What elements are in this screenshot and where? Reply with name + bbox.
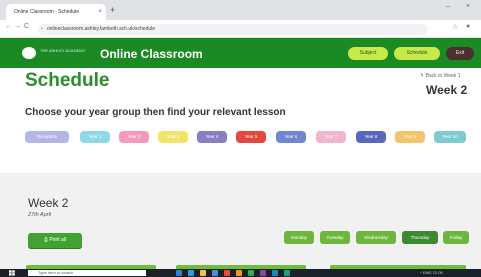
day-button-friday[interactable]: Friday [443,231,469,244]
print-all-label: Print all [49,237,67,243]
app-icon[interactable] [284,270,290,276]
week-section [0,173,481,269]
year-button-4[interactable]: Year 4 [197,131,227,143]
day-button-tuesday[interactable]: Tuesday [320,231,350,244]
day-button-monday[interactable]: Monday [284,231,314,244]
url-text: onlineclassroom.ashley.lambeth.sch.uk/sc… [47,26,156,32]
subject-button[interactable]: Subject [348,47,388,60]
back-icon[interactable]: ← [5,23,12,30]
new-tab-icon[interactable]: + [110,4,115,16]
taskbar-search-placeholder: Type here to search [38,270,74,275]
forward-icon[interactable]: → [14,23,21,30]
exit-button[interactable]: Exit [446,47,474,60]
day-button-thursday[interactable]: Thursday [402,231,438,244]
week-title: Week 2 [28,196,69,210]
back-link-label: Back to Week 1 [425,73,461,79]
day-button-wednesday[interactable]: Wednesday [356,231,396,244]
minimize-icon[interactable]: – [446,3,450,10]
chrome-icon[interactable] [248,270,254,276]
year-button-reception[interactable]: Reception [25,131,69,143]
reload-icon[interactable]: C [24,23,29,30]
browser-tab[interactable]: Online Classroom - Schedule × [6,4,106,20]
year-button-9[interactable]: Year 9 [395,131,425,143]
instruction-text: Choose your year group then find your re… [25,107,286,118]
windows-start-icon[interactable] [6,270,18,276]
window-close-icon[interactable]: × [466,3,470,10]
site-header: THE ASHLEY ACADEMY Online Classroom Subj… [0,38,481,68]
star-icon[interactable]: ☆ [452,23,458,31]
url-input[interactable]: ▪ onlineclassroom.ashley.lambeth.sch.uk/… [38,24,428,35]
browser-tab-title: Online Classroom - Schedule [14,9,80,15]
address-bar-row: ← → C ▪ onlineclassroom.ashley.lambeth.s… [0,20,481,38]
schedule-button[interactable]: Schedule [394,47,440,60]
store-icon[interactable] [212,270,218,276]
taskbar: Type here to search ^ ENG 12:00 [0,269,481,277]
back-to-week-link[interactable]: ↰ Back to Week 1 [420,73,461,79]
system-tray[interactable]: ^ ENG 12:00 [420,270,443,275]
browser-tab-strip: Online Classroom - Schedule × + – × [0,0,481,20]
app-icon[interactable] [224,270,230,276]
year-button-6[interactable]: Year 6 [276,131,306,143]
lock-icon: ▪ [41,26,43,32]
print-all-button[interactable]: ⎙ Print all [28,233,82,248]
week-heading: Week 2 [426,83,468,97]
taskview-icon[interactable] [176,270,182,276]
logo-text: THE ASHLEY ACADEMY [40,48,86,53]
year-button-2[interactable]: Year 2 [119,131,149,143]
year-button-3[interactable]: Year 3 [158,131,188,143]
year-button-10[interactable]: Year 10 [434,131,466,143]
tab-close-icon[interactable]: × [98,4,102,20]
page-title: Schedule [25,70,110,91]
word-icon[interactable] [272,270,278,276]
year-button-7[interactable]: Year 7 [316,131,346,143]
year-button-5[interactable]: Year 5 [236,131,266,143]
site-title: Online Classroom [100,47,203,61]
taskbar-search-input[interactable]: Type here to search [28,270,146,276]
app-icon[interactable] [260,270,266,276]
school-logo-icon[interactable] [22,47,36,59]
week-date: 27th April [28,212,52,218]
edge-icon[interactable] [188,270,194,276]
app-icon[interactable] [236,270,242,276]
profile-icon[interactable]: ● [466,23,470,30]
folder-icon[interactable] [200,270,206,276]
year-button-8[interactable]: Year 8 [356,131,386,143]
year-button-1[interactable]: Year 1 [80,131,110,143]
